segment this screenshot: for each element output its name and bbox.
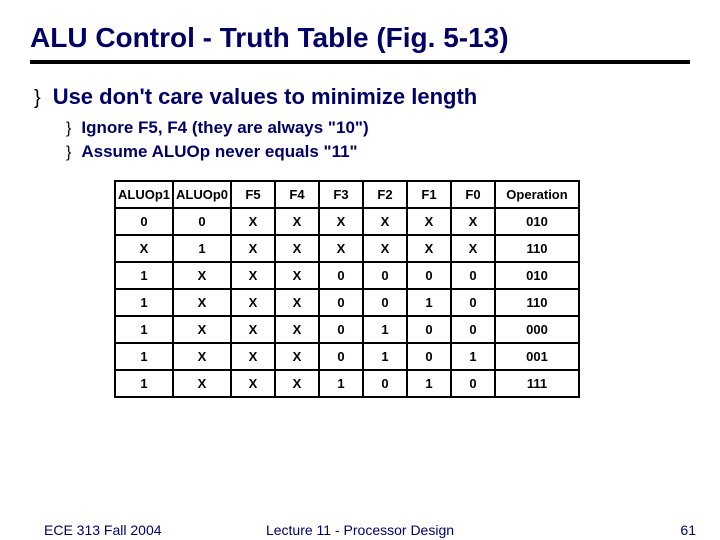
th-f0: F0: [451, 181, 495, 208]
table-cell: X: [275, 370, 319, 397]
table-row: X1XXXXXX110: [115, 235, 579, 262]
table-cell: 1: [115, 262, 173, 289]
table-cell: 0: [363, 262, 407, 289]
table-cell: 1: [363, 316, 407, 343]
table-cell: 111: [495, 370, 579, 397]
bullet-glyph-icon: }: [66, 145, 71, 161]
table-cell: 0: [319, 316, 363, 343]
divider: [30, 60, 690, 64]
table-cell: X: [451, 208, 495, 235]
table-cell: 0: [319, 289, 363, 316]
bullet-main: } Use don't care values to minimize leng…: [34, 84, 690, 110]
table-cell: X: [275, 289, 319, 316]
table-row: 1XXX0100000: [115, 316, 579, 343]
table-cell: X: [319, 208, 363, 235]
table-cell: 0: [319, 343, 363, 370]
table-cell: X: [231, 208, 275, 235]
table-cell: 0: [319, 262, 363, 289]
table-cell: 0: [407, 316, 451, 343]
table-cell: X: [451, 235, 495, 262]
table-cell: X: [275, 208, 319, 235]
bullet-sub: } Ignore F5, F4 (they are always "10"): [66, 118, 690, 138]
th-f4: F4: [275, 181, 319, 208]
table-cell: 010: [495, 208, 579, 235]
bullet-main-text: Use don't care values to minimize length: [53, 84, 478, 110]
table-cell: 0: [451, 316, 495, 343]
th-aluop1: ALUOp1: [115, 181, 173, 208]
table-cell: X: [275, 235, 319, 262]
table-cell: X: [173, 289, 231, 316]
table-row: 1XXX0010110: [115, 289, 579, 316]
th-f1: F1: [407, 181, 451, 208]
bullet-glyph-icon: }: [34, 88, 41, 108]
table-cell: X: [115, 235, 173, 262]
table-cell: 0: [363, 289, 407, 316]
table-cell: X: [363, 208, 407, 235]
table-cell: 0: [363, 370, 407, 397]
table-cell: 110: [495, 289, 579, 316]
footer-center: Lecture 11 - Processor Design: [0, 522, 720, 538]
table-row: 1XXX0000010: [115, 262, 579, 289]
table-cell: 1: [319, 370, 363, 397]
table-cell: 0: [451, 262, 495, 289]
table-cell: X: [319, 235, 363, 262]
table-cell: 1: [115, 343, 173, 370]
table-cell: 0: [407, 262, 451, 289]
table-cell: 1: [407, 289, 451, 316]
table-cell: X: [231, 370, 275, 397]
table-cell: X: [231, 289, 275, 316]
table-cell: 0: [115, 208, 173, 235]
table-cell: X: [231, 343, 275, 370]
table-cell: X: [407, 235, 451, 262]
table-cell: X: [231, 262, 275, 289]
table-cell: 1: [115, 370, 173, 397]
table-cell: X: [275, 316, 319, 343]
table-row: 1XXX0101001: [115, 343, 579, 370]
th-f5: F5: [231, 181, 275, 208]
bullet-sub-text: Ignore F5, F4 (they are always "10"): [81, 118, 368, 138]
table-cell: 1: [363, 343, 407, 370]
bullet-sub-text: Assume ALUOp never equals "11": [81, 142, 357, 162]
th-aluop0: ALUOp0: [173, 181, 231, 208]
table-cell: X: [275, 343, 319, 370]
table-cell: X: [407, 208, 451, 235]
th-f3: F3: [319, 181, 363, 208]
table-cell: 1: [115, 289, 173, 316]
table-cell: 000: [495, 316, 579, 343]
footer-right: 61: [680, 522, 696, 538]
table-body: 00XXXXXX010X1XXXXXX1101XXX00000101XXX001…: [115, 208, 579, 397]
table-cell: 0: [451, 370, 495, 397]
table-cell: 001: [495, 343, 579, 370]
table-cell: 0: [173, 208, 231, 235]
table-cell: 1: [173, 235, 231, 262]
slide: ALU Control - Truth Table (Fig. 5-13) } …: [0, 0, 720, 398]
table-cell: 1: [115, 316, 173, 343]
table-cell: X: [173, 316, 231, 343]
table-header-row: ALUOp1 ALUOp0 F5 F4 F3 F2 F1 F0 Operatio…: [115, 181, 579, 208]
table-cell: 0: [451, 289, 495, 316]
table-cell: X: [173, 370, 231, 397]
table-cell: 110: [495, 235, 579, 262]
bullet-sub: } Assume ALUOp never equals "11": [66, 142, 690, 162]
table-cell: 0: [407, 343, 451, 370]
truth-table-wrap: ALUOp1 ALUOp0 F5 F4 F3 F2 F1 F0 Operatio…: [114, 180, 690, 398]
table-cell: 1: [407, 370, 451, 397]
table-cell: X: [275, 262, 319, 289]
table-cell: X: [231, 316, 275, 343]
table-cell: X: [363, 235, 407, 262]
bullet-glyph-icon: }: [66, 121, 71, 137]
table-cell: X: [173, 262, 231, 289]
table-cell: X: [231, 235, 275, 262]
table-cell: 1: [451, 343, 495, 370]
th-f2: F2: [363, 181, 407, 208]
table-row: 00XXXXXX010: [115, 208, 579, 235]
page-title: ALU Control - Truth Table (Fig. 5-13): [30, 22, 690, 54]
table-cell: 010: [495, 262, 579, 289]
table-row: 1XXX1010111: [115, 370, 579, 397]
th-operation: Operation: [495, 181, 579, 208]
truth-table: ALUOp1 ALUOp0 F5 F4 F3 F2 F1 F0 Operatio…: [114, 180, 580, 398]
table-cell: X: [173, 343, 231, 370]
